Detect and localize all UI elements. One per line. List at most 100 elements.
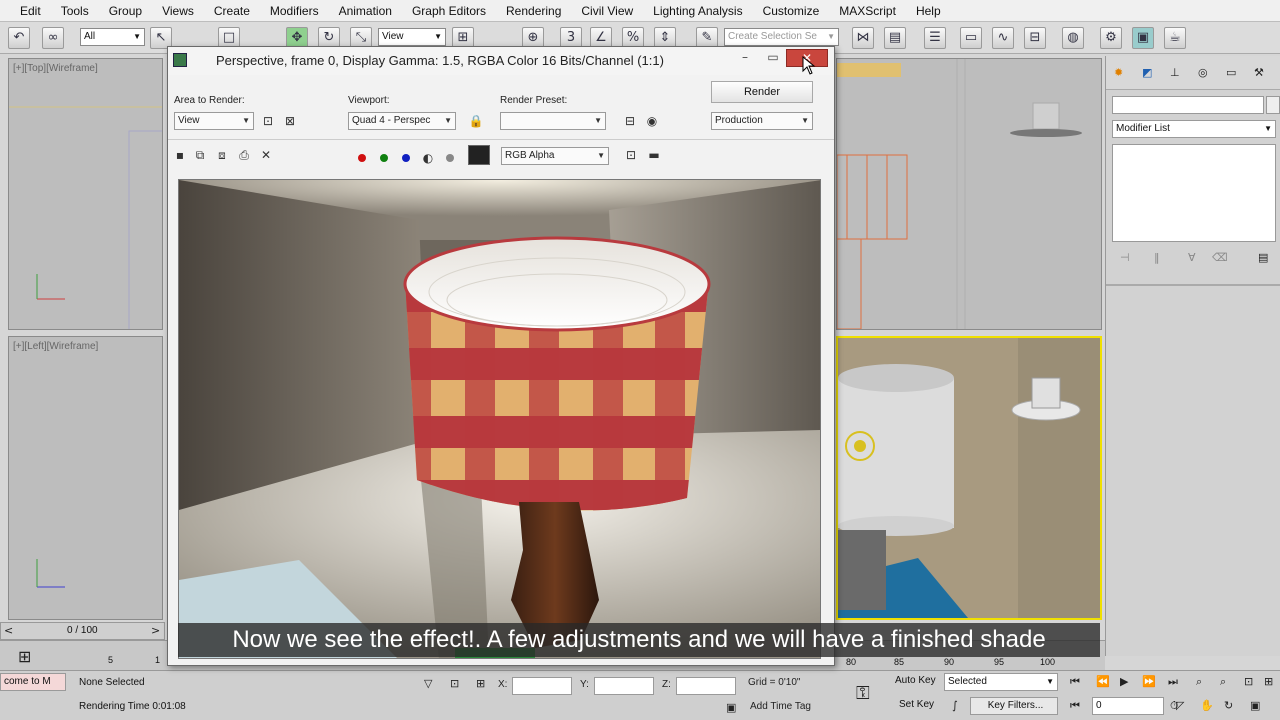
material-editor-icon[interactable]: ◍ (1062, 27, 1084, 49)
zoom-extents-icon[interactable]: ⊡ (1244, 675, 1253, 688)
auto-region-icon[interactable]: ⊠ (282, 113, 298, 129)
menu-modifiers[interactable]: Modifiers (260, 0, 329, 22)
alpha-channel-icon[interactable]: ◐ (420, 150, 436, 166)
schematic-view-icon[interactable]: ⊟ (1024, 27, 1046, 49)
remove-modifier-icon[interactable]: ⌫ (1212, 251, 1228, 264)
link-icon[interactable]: ∞ (42, 27, 64, 49)
toggle-ui-overlay-icon[interactable]: ⊡ (623, 147, 639, 163)
toggle-ui-icon[interactable]: ▬ (646, 147, 662, 163)
swatch-color-box[interactable] (468, 145, 490, 165)
orbit-icon[interactable]: ↻ (1224, 699, 1233, 712)
viewport-top[interactable]: [+][Top][Wireframe] (8, 58, 163, 330)
menu-animation[interactable]: Animation (329, 0, 402, 22)
object-color-swatch[interactable] (1266, 96, 1280, 114)
blue-channel-icon[interactable] (402, 154, 410, 162)
menu-rendering[interactable]: Rendering (496, 0, 571, 22)
menu-customize[interactable]: Customize (753, 0, 830, 22)
menu-group[interactable]: Group (99, 0, 152, 22)
lock-icon[interactable]: 🔒 (468, 113, 484, 129)
make-unique-icon[interactable]: ∀ (1188, 251, 1196, 264)
viewport-left[interactable]: [+][Left][Wireframe] (8, 336, 163, 620)
zoom-extents-all-icon[interactable]: ⊞ (1264, 675, 1273, 688)
lock-selection-icon[interactable]: ⊡ (450, 677, 459, 690)
menu-tools[interactable]: Tools (51, 0, 99, 22)
absolute-mode-icon[interactable]: ⊞ (476, 677, 485, 690)
clone-window-icon[interactable]: ⧈ (214, 147, 230, 163)
object-name-field[interactable] (1112, 96, 1264, 114)
time-slider[interactable]: < 0 / 100 > (0, 622, 165, 640)
render-setup-icon[interactable]: ⊟ (622, 113, 638, 129)
mini-curve-editor-icon[interactable]: ⊞ (18, 647, 31, 666)
red-channel-icon[interactable] (358, 154, 366, 162)
isolate-selection-icon[interactable]: ▽ (424, 677, 432, 690)
modifier-stack[interactable] (1112, 144, 1276, 242)
z-coord-field[interactable] (676, 677, 736, 695)
play-icon[interactable]: ▶ (1120, 675, 1128, 688)
maximize-icon[interactable]: ▭ (766, 49, 780, 67)
auto-key-button[interactable]: Auto Key (892, 673, 942, 691)
menu-civil-view[interactable]: Civil View (571, 0, 643, 22)
go-to-start-icon[interactable]: ⏮ (1070, 675, 1080, 689)
undo-icon[interactable]: ↶ (8, 27, 30, 49)
x-coord-field[interactable] (512, 677, 572, 695)
create-tab-icon[interactable]: ✹ (1114, 66, 1123, 79)
key-selection-dropdown[interactable]: Selected ▼ (944, 673, 1058, 691)
current-frame-field[interactable]: 0 (1092, 697, 1164, 715)
print-icon[interactable]: ⎙ (236, 147, 252, 163)
motion-tab-icon[interactable]: ◎ (1198, 66, 1208, 79)
render-button[interactable]: Render (711, 81, 813, 103)
add-time-tag-button[interactable]: Add Time Tag (750, 701, 811, 712)
show-end-result-icon[interactable]: ‖ (1154, 251, 1160, 264)
align-icon[interactable]: ▤ (884, 27, 906, 49)
display-channel-dropdown[interactable]: RGB Alpha ▼ (501, 147, 609, 165)
pan-view-icon[interactable]: ✋ (1200, 699, 1214, 712)
mirror-icon[interactable]: ⋈ (852, 27, 874, 49)
zoom-all-icon[interactable]: ⌕ (1220, 675, 1226, 689)
selection-filter-dropdown[interactable]: All ▼ (80, 28, 145, 46)
copy-image-icon[interactable]: ⧉ (192, 147, 208, 163)
save-image-icon[interactable]: ▪ (172, 147, 188, 163)
configure-sets-icon[interactable]: ▤ (1258, 251, 1268, 264)
layer-manager-icon[interactable]: ☰ (924, 27, 946, 49)
menu-graph-editors[interactable]: Graph Editors (402, 0, 496, 22)
render-setup-icon[interactable]: ⚙ (1100, 27, 1122, 49)
viewport-perspective[interactable] (836, 336, 1102, 620)
time-slider-next-icon[interactable]: > (151, 624, 160, 637)
hierarchy-tab-icon[interactable]: ⊥ (1170, 66, 1180, 79)
previous-frame-icon[interactable]: ⏪ (1096, 675, 1110, 688)
maxscript-listener[interactable]: come to M (0, 673, 66, 691)
area-to-render-dropdown[interactable]: View ▼ (174, 112, 254, 130)
monochrome-icon[interactable] (446, 154, 454, 162)
display-tab-icon[interactable]: ▭ (1226, 66, 1236, 79)
named-selection-dropdown[interactable]: Create Selection Se ▼ (724, 28, 839, 46)
viewport-front[interactable] (836, 58, 1102, 330)
go-to-end-icon[interactable]: ⏭ (1168, 675, 1178, 689)
utilities-tab-icon[interactable]: ⚒ (1254, 66, 1264, 79)
edit-region-icon[interactable]: ⊡ (260, 113, 276, 129)
zoom-icon[interactable]: ⌕ (1196, 675, 1202, 689)
key-mode-toggle-icon[interactable]: ⏮ (1070, 699, 1080, 713)
reference-coord-dropdown[interactable]: View ▼ (378, 28, 446, 46)
menu-create[interactable]: Create (204, 0, 260, 22)
modify-tab-icon[interactable]: ◩ (1142, 66, 1152, 79)
environment-effects-icon[interactable]: ◉ (644, 113, 660, 129)
key-filters-button[interactable]: Key Filters... (970, 697, 1058, 715)
time-slider-prev-icon[interactable]: < (4, 624, 13, 637)
y-coord-field[interactable] (594, 677, 654, 695)
time-tag-icon[interactable]: ▣ (726, 701, 736, 714)
key-icon[interactable]: ⚿ (856, 683, 870, 704)
pin-stack-icon[interactable]: ⊣ (1120, 251, 1130, 264)
set-key-button[interactable]: Set Key (896, 697, 942, 715)
curve-editor-icon[interactable]: ∿ (992, 27, 1014, 49)
field-of-view-icon[interactable]: ◸ (1176, 699, 1184, 712)
render-teapot-icon[interactable]: ☕ (1164, 27, 1186, 49)
menu-edit[interactable]: Edit (10, 0, 51, 22)
graphite-toolbar-icon[interactable]: ▭ (960, 27, 982, 49)
menu-views[interactable]: Views (152, 0, 204, 22)
green-channel-icon[interactable] (380, 154, 388, 162)
maximize-viewport-icon[interactable]: ▣ (1250, 699, 1260, 712)
render-mode-dropdown[interactable]: Production ▼ (711, 112, 813, 130)
rendered-frame-window-icon[interactable]: ▣ (1132, 27, 1154, 49)
modifier-list-dropdown[interactable]: Modifier List ▼ (1112, 120, 1276, 138)
next-frame-icon[interactable]: ⏩ (1142, 675, 1156, 688)
